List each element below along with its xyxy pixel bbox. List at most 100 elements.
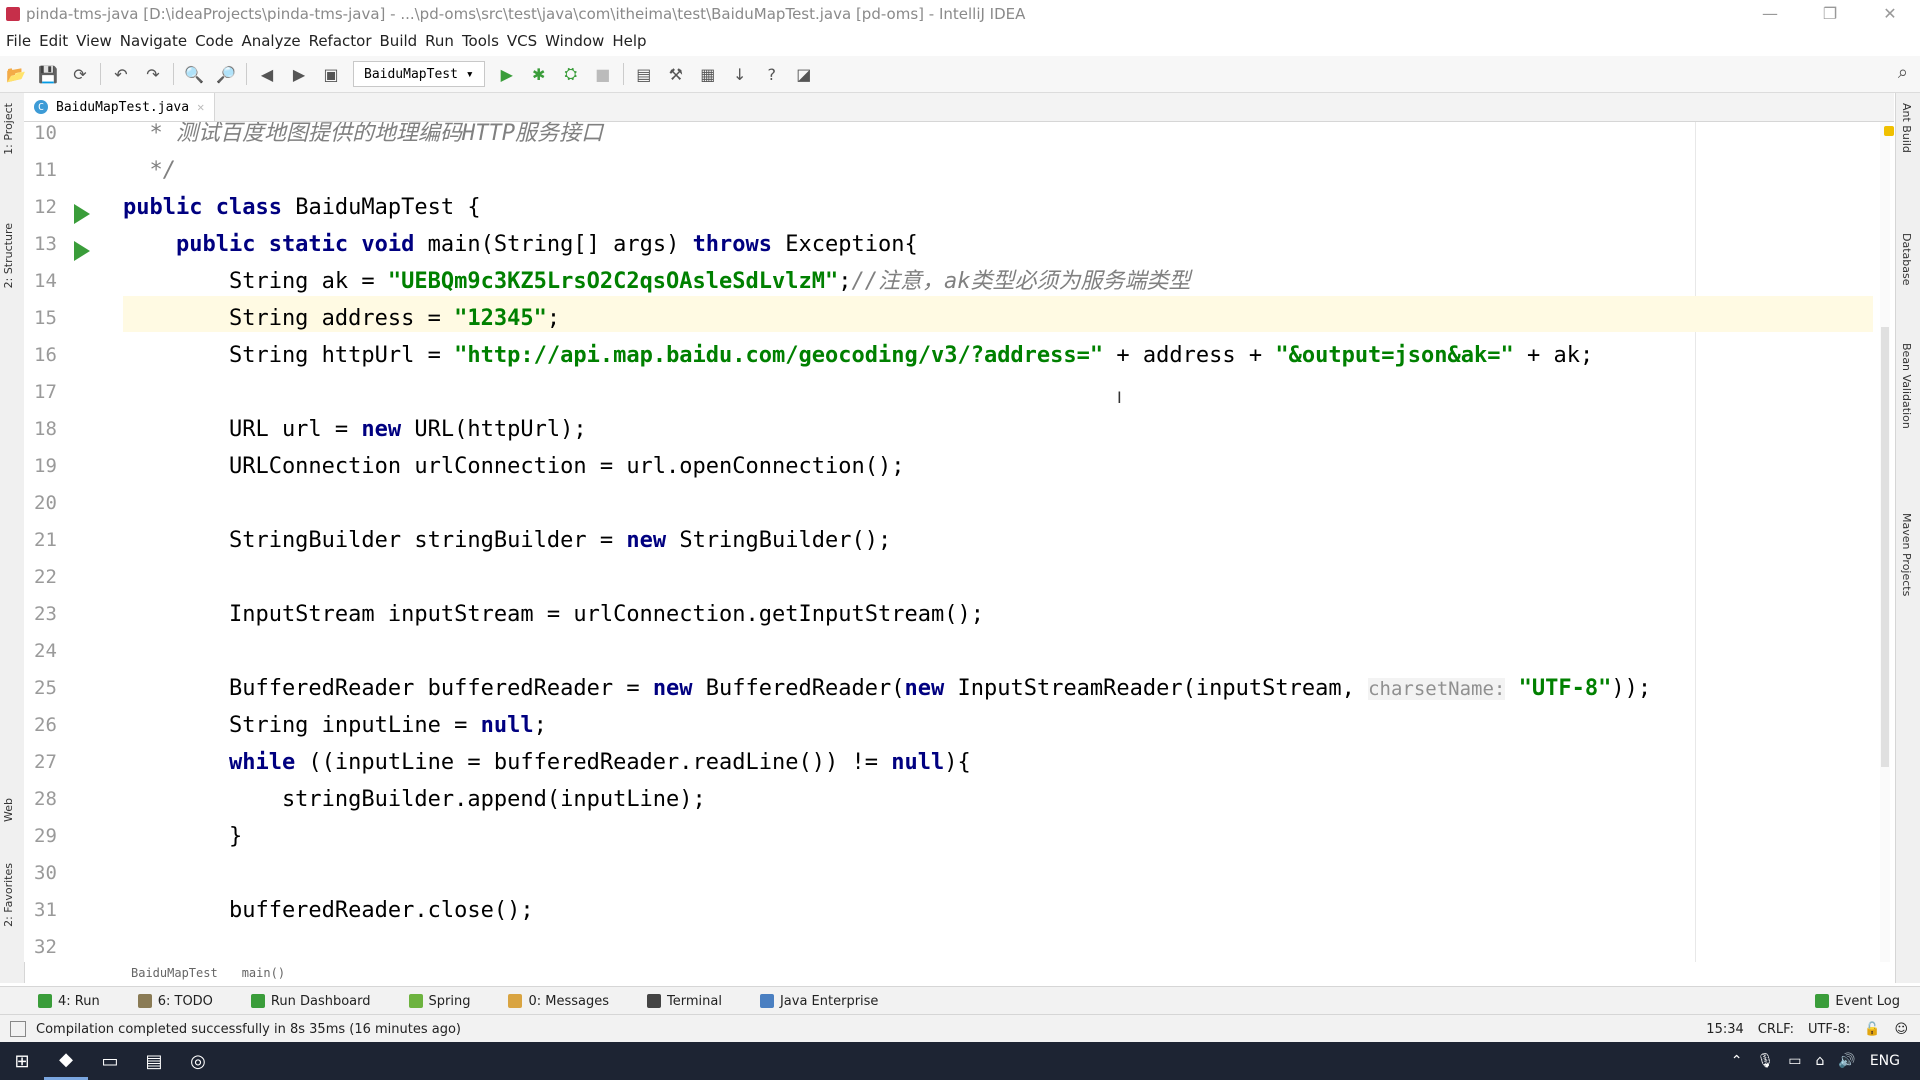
toolwindow-spring[interactable]: Spring [408,994,470,1009]
maximize-button[interactable]: ❐ [1800,0,1860,28]
debug-icon[interactable]: ✱ [528,63,550,85]
inspector-icon[interactable]: ☺ [1894,1022,1908,1037]
code-line-27: while ((inputLine = bufferedReader.readL… [123,750,971,775]
line-number: 23 [34,603,57,625]
forward-icon[interactable]: ▶ [288,63,310,85]
menu-refactor[interactable]: Refactor [309,32,372,50]
code-line-16: String httpUrl = "http://api.map.baidu.c… [123,343,1594,368]
stop-icon[interactable]: ■ [592,63,614,85]
code-line-23: InputStream inputStream = urlConnection.… [123,602,984,627]
download-icon[interactable]: ↓ [729,63,751,85]
menu-navigate[interactable]: Navigate [120,32,187,50]
make-project-icon[interactable]: ▣ [320,63,342,85]
menu-window[interactable]: Window [545,32,604,50]
run-icon[interactable]: ▶ [496,63,518,85]
run-main-gutter-icon[interactable] [74,241,90,261]
tool-web[interactable]: Web [2,798,15,822]
toolwindow-run[interactable]: 4: Run [38,994,100,1009]
menu-code[interactable]: Code [195,32,233,50]
toolwindow-terminal[interactable]: Terminal [647,994,722,1009]
tool-structure[interactable]: 2: Structure [2,223,15,288]
save-all-icon[interactable]: 💾 [37,63,59,85]
tool-ant-build[interactable]: Ant Build [1900,103,1913,153]
open-folder-icon[interactable]: 📂 [5,63,27,85]
menu-build[interactable]: Build [380,32,418,50]
window-controls: — ❐ ✕ [1740,0,1920,28]
editor-scrollbar[interactable] [1880,122,1890,962]
file-explorer-icon[interactable]: ▭ [88,1042,132,1080]
menu-vcs[interactable]: VCS [507,32,537,50]
back-icon[interactable]: ◀ [256,63,278,85]
code-editor[interactable]: * 测试百度地图提供的地理编码HTTP服务接口 */ public class … [123,122,1873,962]
tool-project[interactable]: 1: Project [2,103,15,155]
scrollbar-thumb[interactable] [1881,327,1889,767]
code-line-21: StringBuilder stringBuilder = new String… [123,528,892,553]
line-number: 10 [34,122,57,144]
line-number: 26 [34,714,57,736]
toolwindow-messages[interactable]: 0: Messages [508,994,609,1009]
line-number: 17 [34,381,57,403]
redo-icon[interactable]: ↷ [142,63,164,85]
intellij-app-icon [6,7,20,21]
notepad-icon[interactable]: ▤ [132,1042,176,1080]
spring-leaf-icon [408,994,423,1008]
menu-help[interactable]: Help [612,32,646,50]
help-icon[interactable]: ? [761,63,783,85]
warning-marker-icon[interactable] [1884,126,1894,136]
tool-maven-projects[interactable]: Maven Projects [1900,513,1913,596]
run-config-label: BaiduMapTest [364,66,458,82]
input-language[interactable]: ENG [1870,1053,1900,1069]
menu-tools[interactable]: Tools [462,32,499,50]
menu-file[interactable]: File [6,32,31,50]
coverage-icon[interactable]: ⛭ [560,63,582,85]
toolwindow-event-log[interactable]: Event Log [1815,994,1900,1009]
volume-icon[interactable]: 🔊 [1838,1053,1855,1069]
find-icon[interactable]: 🔍 [183,63,205,85]
chrome-icon[interactable]: ◎ [176,1042,220,1080]
search-everywhere-icon[interactable]: ⌕ [1898,62,1908,83]
menu-view[interactable]: View [76,32,112,50]
line-number: 19 [34,455,57,477]
status-message: Compilation completed successfully in 8s… [36,1021,462,1037]
line-number: 22 [34,566,57,588]
code-line-10: * 测试百度地图提供的地理编码HTTP服务接口 [123,122,603,146]
tool-bean-validation[interactable]: Bean Validation [1900,343,1913,429]
intellij-taskbar-icon[interactable]: ◆ [44,1042,88,1080]
parameter-hint: charsetName: [1368,678,1506,700]
toolwindow-todo[interactable]: 6: TODO [137,994,213,1009]
lock-icon[interactable]: 🔓 [1864,1022,1880,1037]
settings-icon[interactable]: ▦ [697,63,719,85]
tab-baidumaptest[interactable]: C BaiduMapTest.java ✕ [24,93,216,121]
tool-favorites[interactable]: 2: Favorites [2,863,15,927]
toolwindow-java-enterprise[interactable]: Java Enterprise [759,994,878,1009]
chevron-up-icon[interactable]: ⌃ [1731,1053,1743,1069]
breadcrumb-method[interactable]: main() [242,966,285,980]
project-structure-icon[interactable]: ⚒ [665,63,687,85]
toolwindow-run-dashboard[interactable]: Run Dashboard [250,994,371,1009]
tool-database[interactable]: Database [1900,233,1913,286]
plugin-icon[interactable]: ◪ [793,63,815,85]
line-separator[interactable]: CRLF: [1758,1022,1794,1037]
close-icon[interactable]: ✕ [197,100,204,114]
menu-edit[interactable]: Edit [39,32,68,50]
run-class-gutter-icon[interactable] [74,204,90,224]
breadcrumb-class[interactable]: BaiduMapTest [131,966,218,980]
run-configuration-select[interactable]: BaiduMapTest ▾ [353,61,485,87]
file-encoding[interactable]: UTF-8: [1808,1022,1850,1037]
toggle-toolwindows-icon[interactable] [10,1021,26,1037]
menu-run[interactable]: Run [425,32,454,50]
vcs-icon[interactable]: ▤ [633,63,655,85]
replace-icon[interactable]: 🔎 [215,63,237,85]
network-icon[interactable]: ⌂ [1816,1053,1825,1069]
synchronize-icon[interactable]: ⟳ [69,63,91,85]
menu-analyze[interactable]: Analyze [241,32,300,50]
microphone-icon[interactable]: 🎙 [1756,1053,1774,1069]
minimize-button[interactable]: — [1740,0,1800,28]
windows-start-icon[interactable]: ⊞ [0,1042,44,1080]
battery-icon[interactable]: ▭ [1788,1053,1801,1069]
code-line-28: stringBuilder.append(inputLine); [123,787,706,812]
close-button[interactable]: ✕ [1860,0,1920,28]
cursor-position[interactable]: 15:34 [1706,1022,1743,1037]
undo-icon[interactable]: ↶ [110,63,132,85]
toolbar-separator [622,63,624,85]
